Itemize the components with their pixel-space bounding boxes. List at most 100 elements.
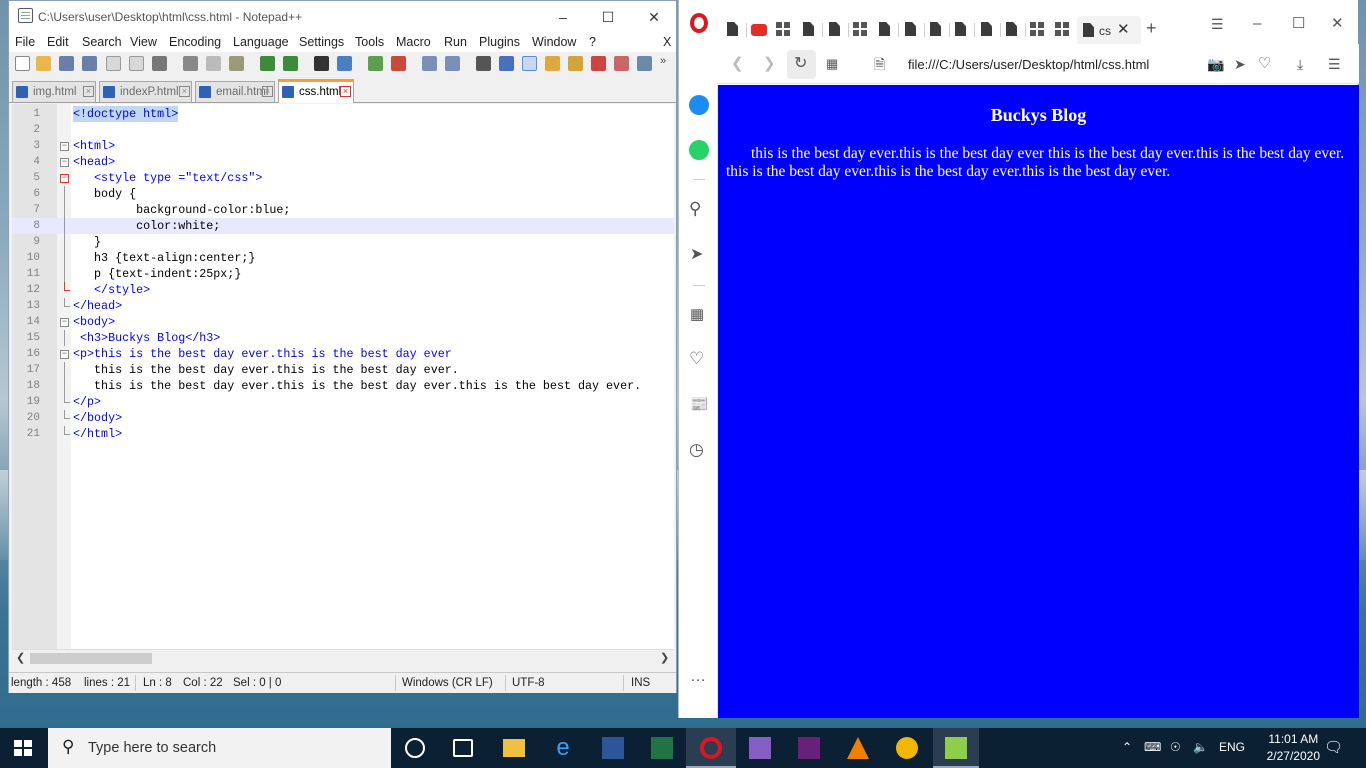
opera-logo-icon[interactable] (690, 13, 708, 33)
snapshot-icon[interactable]: 📷 (1207, 56, 1224, 72)
speed-dial-icon[interactable] (853, 22, 867, 36)
menu-search[interactable]: Search (82, 35, 122, 49)
replace-icon[interactable] (337, 56, 352, 71)
code-line[interactable]: 6 body { (12, 186, 674, 202)
forward-icon[interactable]: ❯ (763, 56, 776, 72)
scroll-left-icon[interactable]: ❮ (16, 651, 25, 664)
code-line[interactable]: 11 p {text-indent:25px;} (12, 266, 674, 282)
volume-icon[interactable]: 🔈 (1193, 740, 1208, 754)
code-line[interactable]: 4 − <head> (12, 154, 674, 170)
file-explorer-icon[interactable] (503, 739, 525, 757)
doc-map-icon[interactable] (545, 56, 560, 71)
back-icon[interactable]: ❮ (731, 56, 744, 72)
notepadpp-taskbar-button[interactable] (933, 728, 979, 768)
save-all-icon[interactable] (82, 56, 97, 71)
menu-edit[interactable]: Edit (47, 35, 69, 49)
code-line[interactable]: 16 − <p>this is the best day ever.this is … (12, 346, 674, 362)
horizontal-scrollbar[interactable]: ❮ ❯ (12, 649, 674, 666)
menu-plugins[interactable]: Plugins (479, 35, 520, 49)
page-info-icon[interactable]: 🗎 (874, 56, 885, 72)
cortana-icon[interactable] (405, 738, 425, 758)
menu-language[interactable]: Language (233, 35, 289, 49)
tab-indexp-html[interactable]: indexP.html × (99, 81, 192, 102)
toolbar-overflow-icon[interactable]: » (660, 56, 675, 71)
code-line[interactable]: 14 − <body> (12, 314, 674, 330)
cut-icon[interactable] (183, 56, 198, 71)
code-line[interactable]: 21 </html> (12, 426, 674, 442)
maximize-icon[interactable]: ☐ (586, 5, 630, 29)
close-icon[interactable]: ✕ (1331, 16, 1344, 32)
windows-start-icon[interactable] (14, 740, 32, 756)
publisher-icon[interactable] (651, 737, 673, 759)
download-icon[interactable]: ⤓ (1297, 56, 1303, 72)
fold-toggle-icon[interactable]: − (60, 318, 69, 327)
tab-page-icon[interactable] (879, 22, 899, 38)
new-tab-icon[interactable]: + (1146, 19, 1157, 37)
show-all-chars-icon[interactable] (499, 56, 514, 71)
active-browser-tab[interactable]: cs ✕ (1077, 16, 1141, 45)
tab-page-icon[interactable] (981, 22, 1001, 38)
tab-close-icon[interactable]: × (179, 86, 190, 97)
visual-studio-blend-icon[interactable] (749, 737, 771, 759)
save-icon[interactable] (59, 56, 74, 71)
open-file-icon[interactable] (36, 56, 51, 71)
menu-macro[interactable]: Macro (396, 35, 431, 49)
history-clock-icon[interactable]: ◷ (689, 441, 704, 458)
fold-toggle-icon[interactable]: − (60, 158, 69, 167)
system-clock[interactable]: 11:01 AM 2/27/2020 (1267, 731, 1320, 765)
code-line[interactable]: 17 this is the best day ever.this is the… (12, 362, 674, 378)
fold-toggle-icon[interactable]: − (60, 142, 69, 151)
code-line[interactable]: 10 h3 {text-align:center;} (12, 250, 674, 266)
playback-macro-icon[interactable] (637, 56, 652, 71)
menu-close-doc[interactable]: X (663, 35, 671, 49)
zoom-out-icon[interactable] (391, 56, 406, 71)
minimize-icon[interactable]: – (1253, 16, 1261, 32)
zoom-in-icon[interactable] (368, 56, 383, 71)
visual-studio-icon[interactable] (798, 737, 820, 759)
menu-tools[interactable]: Tools (355, 35, 384, 49)
redo-icon[interactable] (283, 56, 298, 71)
fold-toggle-icon[interactable]: − (60, 174, 69, 183)
code-line[interactable]: 20 </body> (12, 410, 674, 426)
maximize-icon[interactable]: ☐ (1292, 16, 1305, 32)
sync-horizontal-icon[interactable] (445, 56, 460, 71)
code-line[interactable]: 8 color:white; (12, 218, 674, 234)
show-hidden-icons-icon[interactable]: ⌃ (1122, 740, 1132, 754)
tab-close-icon[interactable]: × (340, 86, 351, 97)
code-line[interactable]: 18 this is the best day ever.this is the… (12, 378, 674, 394)
scrollbar-thumb[interactable] (30, 653, 152, 664)
code-line[interactable]: 5 − <style type ="text/css"> (12, 170, 674, 186)
notifications-icon[interactable]: 🗨 (1324, 738, 1343, 756)
menu-view[interactable]: View (130, 35, 157, 49)
task-view-icon[interactable] (453, 739, 473, 757)
menu-file[interactable]: File (15, 35, 35, 49)
tab-close-icon[interactable]: × (262, 86, 273, 97)
tab-close-icon[interactable]: × (83, 86, 94, 97)
input-indicator-icon[interactable]: ⌨ (1144, 740, 1161, 754)
tab-page-icon[interactable] (1006, 22, 1026, 38)
new-file-icon[interactable] (15, 56, 30, 71)
fold-toggle-icon[interactable]: − (60, 350, 69, 359)
tab-email-html[interactable]: email.html × (195, 81, 275, 102)
tab-page-icon[interactable] (905, 22, 925, 38)
tab-page-icon[interactable] (727, 22, 747, 38)
close-all-icon[interactable] (129, 56, 144, 71)
speed-dial-icon[interactable] (1030, 22, 1044, 36)
code-lines[interactable]: 1 <!doctype html> 2 3− <html> 4− <head> 5− <sty… (12, 106, 674, 442)
tab-menu-icon[interactable]: ☰ (1211, 16, 1224, 32)
code-line[interactable]: 19 </p> (12, 394, 674, 410)
easy-setup-icon[interactable]: ☰ (1328, 56, 1341, 72)
bookmark-heart-icon[interactable]: ♡ (1258, 56, 1271, 72)
send-icon[interactable]: ➤ (690, 247, 703, 263)
menu-settings[interactable]: Settings (299, 35, 344, 49)
code-line[interactable]: 13 </head> (12, 298, 674, 314)
code-line[interactable]: 12 </style> (12, 282, 674, 298)
menu-window[interactable]: Window (532, 35, 576, 49)
word-wrap-icon[interactable] (476, 56, 491, 71)
more-icon[interactable]: … (690, 669, 706, 685)
tab-page-icon[interactable] (955, 22, 975, 38)
undo-icon[interactable] (260, 56, 275, 71)
tab-img-html[interactable]: img.html × (12, 81, 96, 102)
speed-dial-icon[interactable] (776, 22, 790, 36)
tab-page-icon[interactable] (930, 22, 950, 38)
